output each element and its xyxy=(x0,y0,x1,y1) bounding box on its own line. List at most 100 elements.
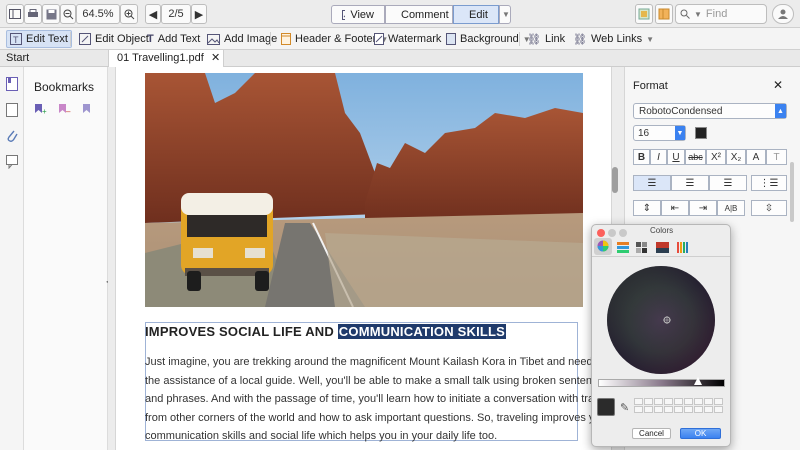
mode-edit-button[interactable]: Edit xyxy=(453,5,499,24)
section-heading[interactable]: IMPROVES SOCIAL LIFE AND COMMUNICATION S… xyxy=(145,324,507,339)
empty-swatch[interactable] xyxy=(634,398,643,405)
empty-swatch[interactable] xyxy=(654,398,663,405)
edit-object-icon xyxy=(79,33,91,45)
custom-swatches[interactable] xyxy=(634,398,723,413)
zoom-window-icon[interactable] xyxy=(619,229,627,237)
zoom-in-icon[interactable] xyxy=(120,4,138,24)
mode-comment-button[interactable]: Comment xyxy=(385,5,453,24)
panel-toggle-icon[interactable] xyxy=(655,4,673,24)
save-icon[interactable] xyxy=(42,4,60,24)
mode-dropdown-button[interactable]: ▼ xyxy=(499,5,511,24)
mode-view-button[interactable]: View xyxy=(331,5,385,24)
print-icon[interactable] xyxy=(24,4,42,24)
superscript-button[interactable]: X² xyxy=(706,149,726,165)
svg-text:T: T xyxy=(13,35,19,45)
empty-swatch[interactable] xyxy=(644,398,653,405)
edit-object-tool[interactable]: Edit Object xyxy=(76,30,152,48)
tab-document[interactable]: 01 Travelling1.pdf ✕ xyxy=(108,50,224,67)
web-links-tool[interactable]: ⛓ Web Links ▼ xyxy=(570,30,657,48)
bookmark-panel-icon[interactable] xyxy=(6,77,18,91)
edit-text-tool[interactable]: T Edit Text xyxy=(6,30,72,48)
tab-start[interactable]: Start xyxy=(6,52,29,64)
empty-swatch[interactable] xyxy=(644,406,653,413)
next-page-button[interactable]: ▶ xyxy=(191,4,207,24)
cancel-button[interactable]: Cancel xyxy=(632,428,671,439)
indent-decrease-button[interactable]: ⇤ xyxy=(661,200,689,216)
empty-swatch[interactable] xyxy=(714,406,723,413)
empty-swatch[interactable] xyxy=(694,406,703,413)
crayons-tab-icon[interactable] xyxy=(677,242,689,253)
empty-swatch[interactable] xyxy=(714,398,723,405)
indent-increase-button[interactable]: ⇥ xyxy=(689,200,717,216)
bookmark-properties-icon[interactable] xyxy=(82,103,96,115)
page-number-field[interactable]: 2/5 xyxy=(161,4,191,24)
close-icon[interactable]: ✕ xyxy=(773,78,783,92)
empty-swatch[interactable] xyxy=(664,406,673,413)
clear-format-button[interactable]: T xyxy=(766,149,787,165)
align-left-button[interactable]: ☰ xyxy=(633,175,671,191)
empty-swatch[interactable] xyxy=(634,406,643,413)
font-size-select[interactable]: 16 ▼ xyxy=(633,125,686,141)
align-right-button[interactable]: ☰ xyxy=(709,175,747,191)
empty-swatch[interactable] xyxy=(704,398,713,405)
image-palette-tab-icon[interactable] xyxy=(656,242,669,253)
search-field[interactable]: ▼ Find xyxy=(675,4,767,24)
char-spacing-button[interactable]: A|B xyxy=(717,200,745,216)
current-color-swatch[interactable] xyxy=(597,398,615,416)
line-spacing-button[interactable]: ⇕ xyxy=(633,200,661,216)
bookmarks-title: Bookmarks xyxy=(34,80,95,94)
empty-swatch[interactable] xyxy=(684,406,693,413)
empty-swatch[interactable] xyxy=(694,398,703,405)
list-style-button[interactable]: ⋮☰ xyxy=(751,175,787,191)
travel-photo[interactable] xyxy=(145,73,583,307)
bold-button[interactable]: B xyxy=(633,149,650,165)
text-outline-button[interactable]: A xyxy=(746,149,766,165)
color-wheel-tab[interactable] xyxy=(594,238,612,255)
account-avatar[interactable] xyxy=(772,4,794,24)
font-family-value: RobotoCondensed xyxy=(639,105,723,117)
add-text-label: Add Text xyxy=(157,33,201,45)
panel-scrollbar[interactable] xyxy=(790,162,794,222)
align-center-button[interactable]: ☰ xyxy=(671,175,709,191)
palette-tab-icon[interactable] xyxy=(636,242,648,253)
ok-button[interactable]: OK xyxy=(680,428,721,439)
empty-swatch[interactable] xyxy=(654,406,663,413)
text-color-swatch[interactable] xyxy=(695,127,707,139)
underline-button[interactable]: U xyxy=(667,149,685,165)
paragraph[interactable]: Just imagine, you are trekking around th… xyxy=(145,353,629,446)
page-thumbnail-icon[interactable] xyxy=(6,103,18,117)
add-bookmark-icon[interactable]: + xyxy=(34,103,48,115)
close-icon[interactable]: ✕ xyxy=(211,51,220,64)
eyedropper-icon[interactable]: ✎ xyxy=(620,401,629,414)
sidebar-toggle-icon[interactable] xyxy=(6,4,24,24)
zoom-out-icon[interactable] xyxy=(60,4,76,24)
empty-swatch[interactable] xyxy=(684,398,693,405)
empty-swatch[interactable] xyxy=(664,398,673,405)
minimize-window-icon[interactable] xyxy=(608,229,616,237)
attachment-icon[interactable] xyxy=(6,129,18,143)
italic-button[interactable]: I xyxy=(650,149,667,165)
brightness-slider[interactable] xyxy=(598,379,725,387)
add-text-tool[interactable]: T Add Text xyxy=(144,30,203,48)
color-wheel[interactable] xyxy=(606,265,716,375)
delete-bookmark-icon[interactable]: – xyxy=(58,103,72,115)
slider-thumb[interactable] xyxy=(694,377,702,385)
vertical-scrollbar[interactable] xyxy=(612,167,618,193)
subscript-button[interactable]: X₂ xyxy=(726,149,746,165)
prev-page-button[interactable]: ◀ xyxy=(145,4,161,24)
empty-swatch[interactable] xyxy=(674,398,683,405)
strikethrough-button[interactable]: abc xyxy=(685,149,706,165)
empty-swatch[interactable] xyxy=(674,406,683,413)
empty-swatch[interactable] xyxy=(704,406,713,413)
zoom-level-field[interactable]: 64.5% xyxy=(76,4,120,24)
font-family-select[interactable]: RobotoCondensed ▲ xyxy=(633,103,787,119)
text-outline-icon: A xyxy=(752,151,760,163)
link-tool[interactable]: ⛓ Link xyxy=(524,30,568,48)
sliders-tab-icon[interactable] xyxy=(617,242,629,253)
close-window-icon[interactable] xyxy=(597,229,605,237)
background-tool[interactable]: Background ▼ xyxy=(443,30,534,48)
comment-list-icon[interactable] xyxy=(6,155,18,169)
paragraph-spacing-button[interactable]: ⇳ xyxy=(751,200,787,216)
share-icon[interactable] xyxy=(635,4,653,24)
add-image-tool[interactable]: Add Image xyxy=(204,30,280,48)
